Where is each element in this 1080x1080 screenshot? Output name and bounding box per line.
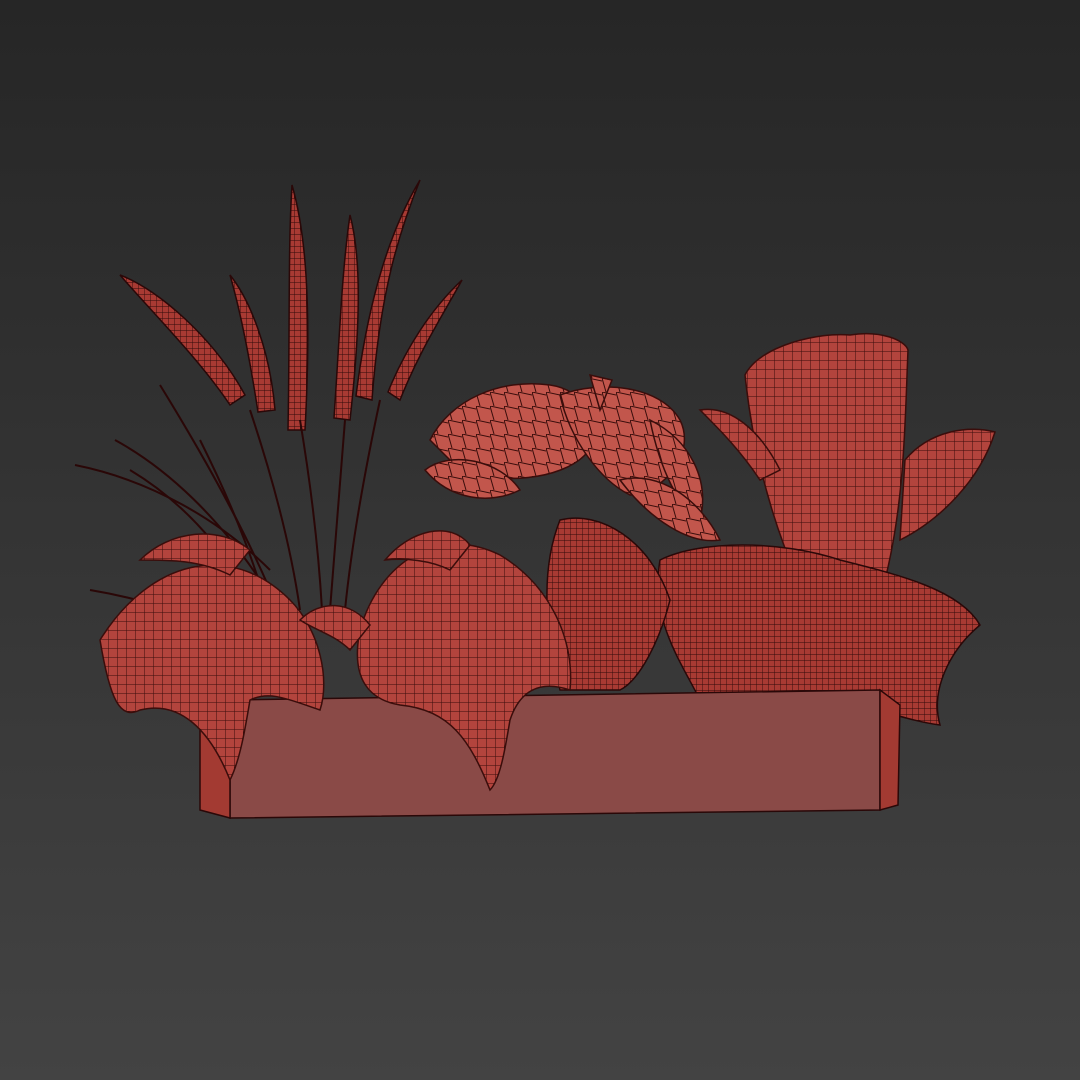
grass-plumes	[119, 179, 463, 431]
broadleaf-plant	[423, 373, 722, 542]
wireframe-render	[74, 179, 996, 819]
viewport[interactable]	[0, 0, 1080, 1080]
planter-box	[199, 688, 901, 819]
